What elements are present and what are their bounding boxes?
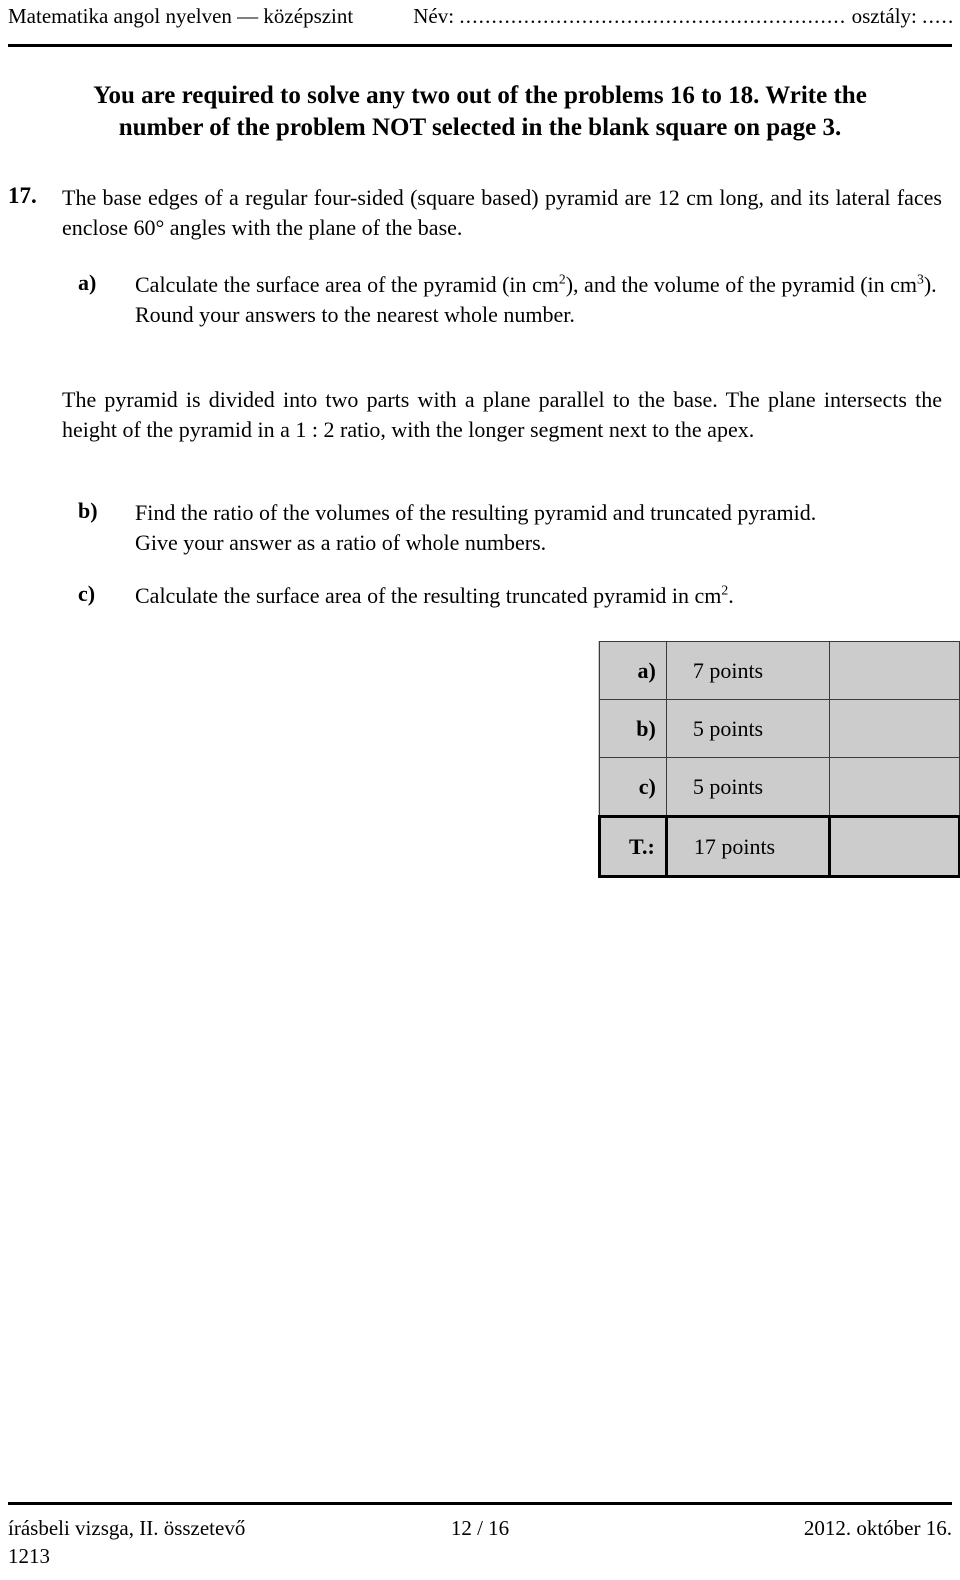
name-label: Név: (413, 4, 455, 28)
points-row-label: c) (599, 757, 667, 817)
points-row-value: 5 points (665, 757, 830, 817)
name-field-line: Név: ...................................… (413, 4, 952, 29)
header-rule (8, 44, 952, 47)
name-dots[interactable]: ........................................… (459, 4, 846, 28)
problem-stem: The base edges of a regular four-sided (… (62, 185, 942, 240)
running-head: Matematika angol nyelven — középszint Né… (8, 4, 952, 34)
part-a-text: Calculate the surface area of the pyrami… (135, 270, 942, 330)
table-row: c) 5 points (599, 757, 960, 817)
part-a-frag-1: Calculate the surface area of the pyrami… (135, 272, 559, 297)
points-row-score-input[interactable] (828, 641, 960, 700)
instruction-line-1: You are required to solve any two out of… (93, 82, 867, 109)
division-paragraph: The pyramid is divided into two parts wi… (62, 387, 942, 442)
footer-exam-code: 1213 (8, 1544, 50, 1568)
points-total-score-input[interactable] (828, 815, 960, 878)
part-a-frag-3: ). (923, 272, 937, 297)
points-row-score-input[interactable] (828, 757, 960, 817)
part-c-frag-1: Calculate the surface area of the result… (135, 583, 722, 608)
table-row-total: T.: 17 points (598, 815, 960, 878)
part-a-sup-2: 2 (558, 271, 566, 287)
points-row-value: 7 points (665, 641, 830, 700)
class-dots[interactable]: ...... (922, 4, 952, 28)
points-row-label: b) (599, 699, 667, 758)
part-a-sup-3: 3 (917, 271, 924, 287)
exam-page: Matematika angol nyelven — középszint Né… (0, 0, 960, 1580)
problem-number: 17. (8, 183, 37, 208)
table-row: a) 7 points (599, 641, 960, 700)
part-b-label: b) (78, 498, 98, 523)
part-b-sentence-1: Find the ratio of the volumes of the res… (135, 500, 817, 525)
footer-rule (8, 1502, 952, 1505)
page-footer: írásbeli vizsga, II. összetevő 12 / 16 2… (8, 1514, 952, 1568)
points-row-label: a) (599, 641, 667, 700)
subject-title: Matematika angol nyelven — középszint (8, 4, 354, 28)
points-row-value: 5 points (665, 699, 830, 758)
footer-date: 2012. október 16. (803, 1516, 952, 1540)
part-a-sentence-1: Calculate the surface area of the pyrami… (135, 272, 937, 297)
points-total-value: 17 points (665, 815, 831, 878)
points-total-label: T.: (598, 815, 668, 878)
part-c-frag-2: . (728, 583, 734, 608)
part-a-sentence-2: Round your answers to the nearest whole … (135, 302, 575, 327)
part-c-text: Calculate the surface area of the result… (135, 581, 942, 611)
points-row-score-input[interactable] (828, 699, 960, 758)
table-row: b) 5 points (599, 699, 960, 758)
part-a-frag-2: ), and the volume of the pyramid (in cm (565, 272, 918, 297)
footer-main-row: írásbeli vizsga, II. összetevő 12 / 16 2… (8, 1514, 952, 1542)
instruction-line-2: number of the problem NOT selected in th… (118, 114, 842, 141)
part-a-label: a) (78, 270, 97, 295)
instruction-banner: You are required to solve any two out of… (22, 80, 938, 144)
class-label: osztály: (851, 4, 917, 28)
points-table: a) 7 points b) 5 points c) 5 points T.: … (598, 641, 960, 878)
part-b-sentence-2: Give your answer as a ratio of whole num… (135, 530, 547, 555)
part-b-text: Find the ratio of the volumes of the res… (135, 498, 942, 558)
part-c-label: c) (78, 581, 96, 606)
